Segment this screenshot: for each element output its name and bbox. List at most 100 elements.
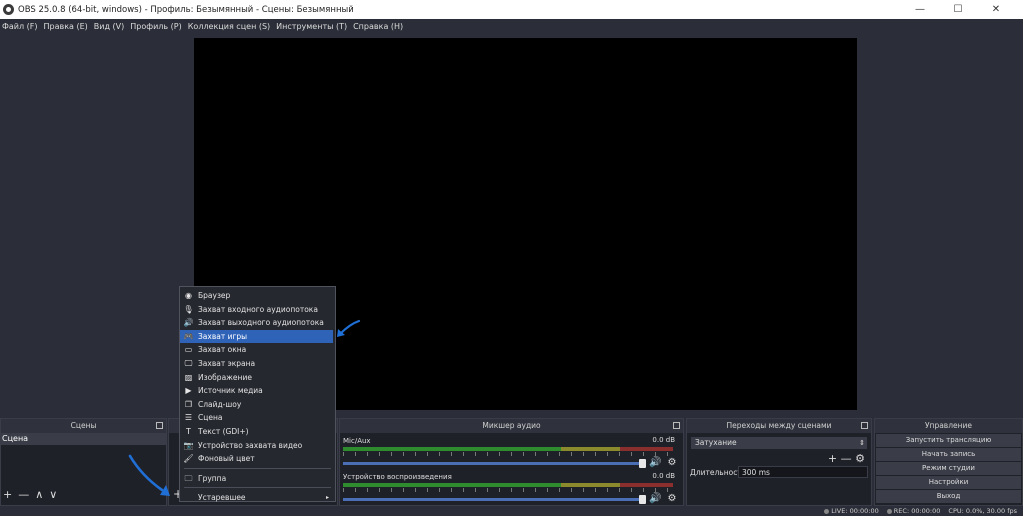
globe-icon: ◉ [185,291,192,300]
slider-handle[interactable] [639,494,646,504]
obs-logo-icon [3,4,14,15]
menu-item-label: Захват окна [198,345,247,355]
remove-scene-button[interactable]: — [18,488,29,501]
live-indicator-icon [824,508,830,514]
controls-title: Управление [924,421,973,430]
start-recording-button[interactable]: Начать запись [876,448,1021,461]
window-controls: — ☐ ✕ [901,0,1015,19]
text-icon: T [186,426,191,436]
menu-item-video-capture-device[interactable]: 📷 Устройство захвата видео [180,439,335,453]
menu-file[interactable]: Файл (F) [2,22,38,31]
slider-handle[interactable] [639,458,646,468]
volume-meter [343,483,673,487]
menu-item-game-capture[interactable]: 🎮 Захват игры [180,329,333,344]
menu-item-window-capture[interactable]: ▭ Захват окна [180,343,335,357]
image-icon: ▨ [184,372,193,382]
transitions-header: Переходы между сценами [687,419,871,433]
undock-icon[interactable] [156,422,163,429]
speaker-icon[interactable]: 🔊 [649,458,661,468]
menu-view[interactable]: Вид (V) [94,22,124,31]
maximize-button[interactable]: ☐ [939,0,977,19]
move-scene-down-button[interactable]: ∨ [49,488,57,501]
menu-bar: Файл (F) Правка (E) Вид (V) Профиль (P) … [0,19,1023,33]
transition-toolbar: + — ⚙ [687,452,871,465]
menu-item-deprecated[interactable]: Устаревшее ▸ [180,491,335,505]
menu-scene-collection[interactable]: Коллекция сцен (S) [188,22,270,31]
menu-item-label: Изображение [198,372,252,382]
add-scene-button[interactable]: + [3,488,12,501]
menu-item-text-gdi[interactable]: T Текст (GDI+) [180,425,335,439]
controls-dock: Управление Запустить трансляцию Начать з… [874,418,1023,506]
move-scene-up-button[interactable]: ∧ [35,488,43,501]
duration-label: Длительность [690,467,747,477]
menu-item-label: Источник медиа [198,386,263,396]
menu-item-color-source[interactable]: 🖌 Фоновый цвет [180,452,335,466]
settings-button[interactable]: Настройки [876,476,1021,489]
menu-edit[interactable]: Правка (E) [44,22,88,31]
mixer-channel-desktop: Устройство воспроизведения 0.0 dB 🔊 ⚙ [340,469,683,505]
menu-item-image[interactable]: ▨ Изображение [180,371,335,385]
rec-status: REC: 00:00:00 [886,507,940,515]
transition-selected: Затухание [695,438,737,447]
menu-item-label: Слайд-шоу [198,399,242,409]
studio-mode-button[interactable]: Режим студии [876,462,1021,475]
menu-item-label: Захват экрана [198,358,256,368]
title-bar: OBS 25.0.8 (64-bit, windows) - Профиль: … [0,0,1023,19]
channel-db: 0.0 dB [652,472,675,480]
undock-icon[interactable] [861,422,868,429]
menu-item-slideshow[interactable]: ❐ Слайд-шоу [180,398,335,412]
gear-icon[interactable]: ⚙ [667,458,676,468]
add-transition-button[interactable]: + [828,452,837,465]
play-icon: ▶ [185,386,192,396]
slideshow-icon: ❐ [184,399,193,409]
menu-profile[interactable]: Профиль (P) [130,22,181,31]
live-status: LIVE: 00:00:00 [824,507,879,515]
speaker-icon: 🔊 [183,318,194,328]
duration-input[interactable]: 300 ms [738,466,868,478]
folder-icon: 🗀 [184,473,193,483]
volume-slider[interactable] [343,458,646,468]
channel-name: Устройство воспроизведения [343,473,452,481]
meter-ticks [343,488,673,492]
close-button[interactable]: ✕ [977,0,1015,19]
meter-ticks [343,452,673,456]
volume-slider[interactable] [343,494,646,504]
submenu-arrow-icon: ▸ [325,494,329,502]
remove-transition-button[interactable]: — [841,452,852,465]
menu-item-label: Браузер [198,291,231,300]
menu-item-audio-output-capture[interactable]: 🔊 Захват выходного аудиопотока [180,316,335,330]
channel-name: Mic/Aux [343,437,371,445]
speaker-icon[interactable]: 🔊 [649,494,661,504]
menu-separator [184,467,331,469]
minimize-button[interactable]: — [901,0,939,19]
menu-tools[interactable]: Инструменты (T) [276,22,347,31]
menu-item-media-source[interactable]: ▶ Источник медиа [180,384,335,398]
gear-icon[interactable]: ⚙ [667,494,676,504]
menu-separator [184,487,331,489]
volume-meter [343,447,673,451]
window-title: OBS 25.0.8 (64-bit, windows) - Профиль: … [18,4,354,15]
menu-item-scene[interactable]: ☰ Сцена [180,411,335,425]
controls-header: Управление [875,419,1022,433]
transitions-title: Переходы между сценами [726,421,832,430]
transition-properties-button[interactable]: ⚙ [855,452,865,465]
microphone-icon: 🎙 [183,304,194,314]
menu-item-browser[interactable]: ◉ Браузер [180,289,335,303]
scenes-toolbar: + — ∧ ∨ [3,488,57,501]
scene-list-item[interactable]: Сцена [1,433,166,445]
menu-item-display-capture[interactable]: 🖵 Захват экрана [180,357,335,371]
menu-item-audio-input-capture[interactable]: 🎙 Захват входного аудиопотока [180,303,335,317]
chevron-updown-icon: ⇕ [859,439,865,447]
camera-icon: 📷 [183,440,194,450]
mixer-title: Микшер аудио [482,421,541,430]
transition-select[interactable]: Затухание ⇕ [691,437,867,449]
live-time: LIVE: 00:00:00 [831,507,879,515]
start-streaming-button[interactable]: Запустить трансляцию [876,434,1021,447]
menu-item-group[interactable]: 🗀 Группа [180,472,335,486]
undock-icon[interactable] [673,422,680,429]
scenes-header: Сцены [1,419,166,433]
menu-item-label: Группа [198,473,227,483]
menu-help[interactable]: Справка (H) [353,22,403,31]
exit-button[interactable]: Выход [876,490,1021,503]
cpu-status: CPU: 0.0%, 30.00 fps [948,507,1017,515]
